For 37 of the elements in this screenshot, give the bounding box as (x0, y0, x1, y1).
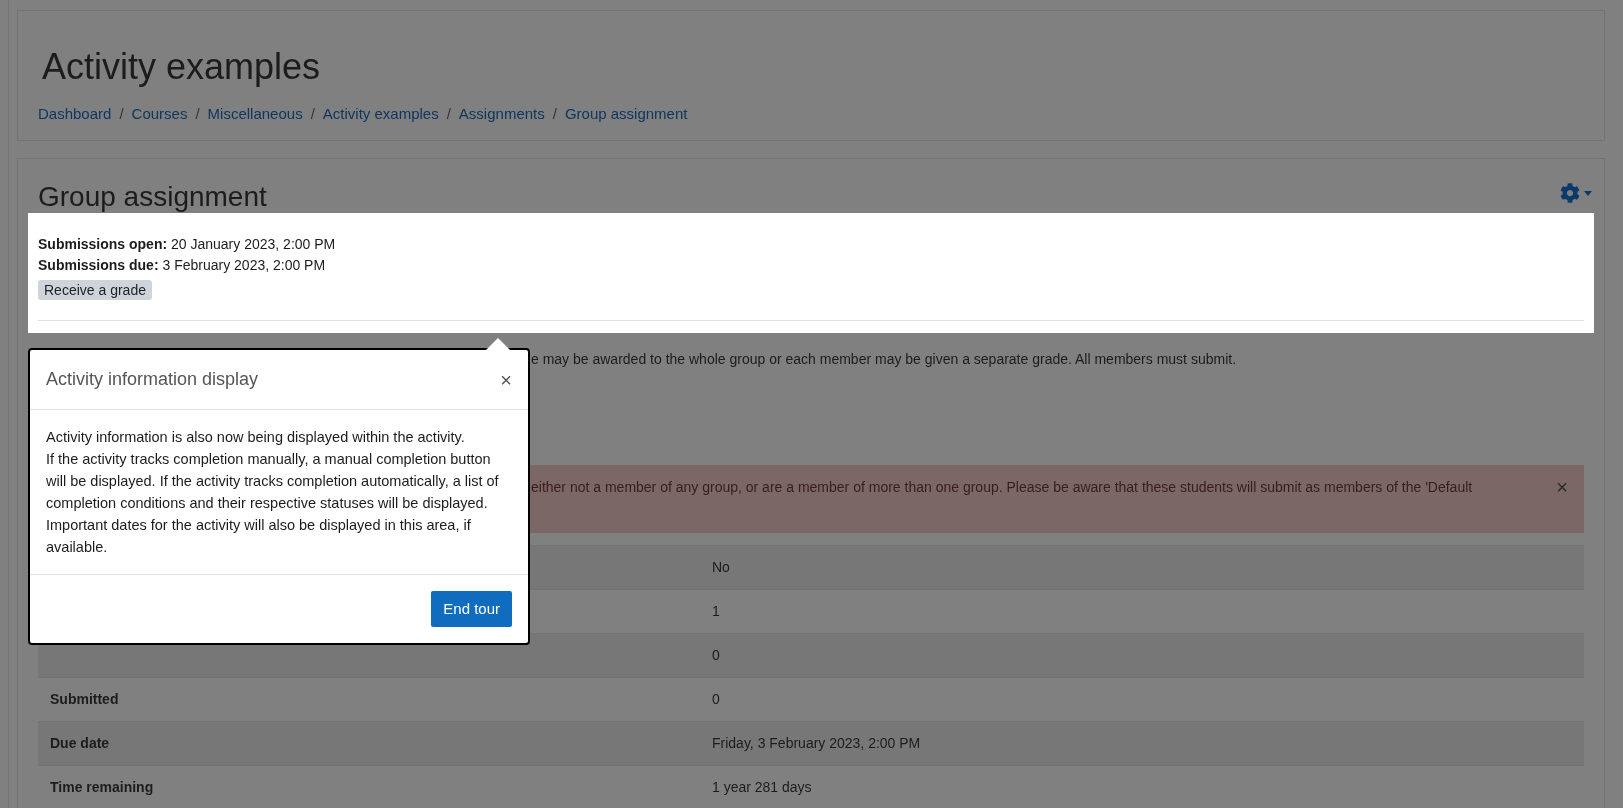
breadcrumb-link[interactable]: Courses (131, 103, 188, 126)
table-cell-text: 0 (712, 646, 720, 665)
breadcrumb-separator: / (446, 104, 451, 124)
close-alert-button[interactable]: × (1556, 477, 1568, 497)
activity-description: e may be awarded to the whole group or each member may be given a separate grade. All members must submit. (531, 350, 1238, 369)
table-cell-text: 0 (712, 690, 720, 709)
popover-text: Important dates for the activity will also be displayed in this area, if available. (46, 516, 472, 557)
breadcrumb-link[interactable]: Assignments (458, 103, 545, 126)
breadcrumb-link[interactable]: Miscellaneous (207, 103, 303, 126)
gear-icon (1560, 183, 1580, 203)
completion-badge: Receive a grade (38, 280, 152, 300)
caret-icon (1584, 190, 1592, 196)
activity-title: Group assignment (38, 180, 267, 214)
settings-menu-button[interactable] (1560, 183, 1592, 203)
table-cell-text: 1 year 281 days (712, 778, 812, 797)
popover-text: Activity information is also now being displayed within the activity. (46, 428, 466, 447)
breadcrumb-link[interactable]: Activity examples (322, 103, 439, 126)
table-cell-text: Friday, 3 February 2023, 2:00 PM (712, 734, 921, 753)
date-line: Submissions due: 3 February 2023, 2:00 PM (38, 256, 327, 275)
popover-text: If the activity tracks completion manually, a manual completion button will be displayed. If the activity tracks completion automatically, a list of completion conditions and their respective statuses will be displayed. (46, 450, 500, 513)
breadcrumb-separator: / (119, 104, 124, 124)
breadcrumb-link[interactable]: Dashboard (38, 103, 112, 126)
table-label: Due date (50, 735, 110, 751)
end-tour-button[interactable]: End tour (431, 591, 512, 627)
date-line: Submissions open: 20 January 2023, 2:00 PM (38, 235, 337, 254)
table-cell-text: No (712, 558, 730, 577)
breadcrumb-link[interactable]: Group assignment (564, 103, 688, 126)
table-label: Time remaining (50, 779, 154, 795)
alert-text: either not a member of any group, or are a member of more than one group. Please be aware that these students will submit as members of the 'Default (531, 478, 1474, 497)
breadcrumb-separator: / (310, 104, 315, 124)
table-cell-text: 1 (712, 602, 720, 621)
breadcrumb-separator: / (195, 104, 200, 124)
table-label: Submitted (50, 691, 119, 707)
close-button[interactable]: × (500, 369, 512, 390)
page-title: Activity examples (42, 47, 322, 87)
breadcrumb-separator: / (552, 104, 557, 124)
popover-title: Activity information display (46, 368, 259, 391)
